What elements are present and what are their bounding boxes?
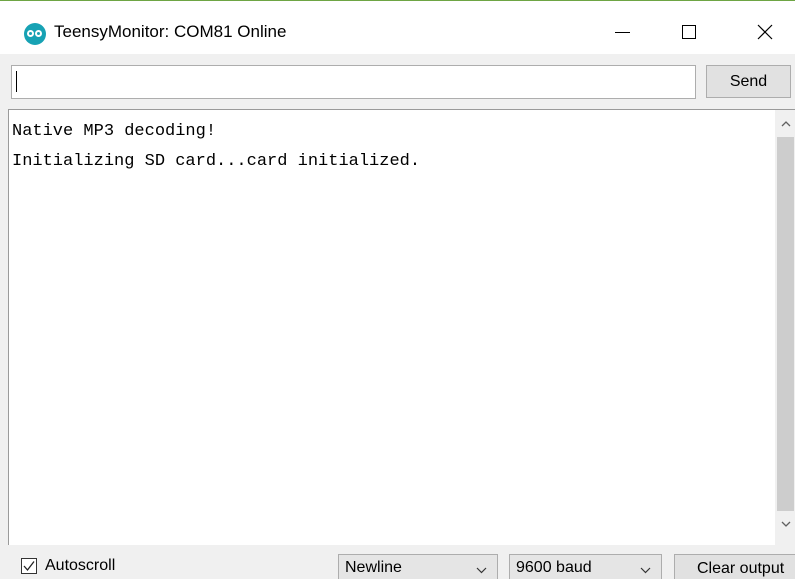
send-row: Send [0, 54, 795, 109]
autoscroll-checkbox[interactable] [21, 558, 37, 574]
title-bar[interactable]: TeensyMonitor: COM81 Online [0, 1, 795, 54]
minimize-button[interactable] [600, 11, 646, 53]
send-input[interactable] [11, 65, 696, 99]
chevron-down-icon [640, 567, 651, 574]
maximize-button[interactable] [666, 11, 712, 53]
scroll-down-button[interactable] [775, 515, 795, 537]
minimize-icon [615, 32, 630, 33]
output-line: Initializing SD card...card initialized. [12, 152, 421, 171]
arduino-logo-icon [24, 23, 46, 45]
line-ending-select[interactable]: Newline [338, 554, 498, 579]
clear-output-button[interactable]: Clear output [674, 554, 795, 579]
scroll-up-button[interactable] [775, 114, 795, 136]
send-button[interactable]: Send [706, 65, 791, 98]
vertical-scrollbar[interactable] [775, 110, 795, 545]
text-caret [16, 71, 17, 92]
window-title: TeensyMonitor: COM81 Online [54, 22, 287, 41]
serial-monitor-window: TeensyMonitor: COM81 Online Send Native … [0, 0, 795, 579]
chevron-down-icon [476, 567, 487, 574]
bottom-toolbar: Autoscroll Newline 9600 baud Clear outpu… [0, 545, 795, 579]
baud-rate-value: 9600 baud [516, 559, 592, 576]
chevron-up-icon [781, 121, 790, 127]
close-icon [757, 24, 773, 40]
baud-rate-select[interactable]: 9600 baud [509, 554, 662, 579]
serial-output[interactable]: Native MP3 decoding! Initializing SD card… [8, 109, 795, 545]
line-ending-value: Newline [345, 559, 402, 576]
output-text: Native MP3 decoding! Initializing SD card… [12, 117, 420, 177]
scroll-thumb[interactable] [777, 137, 794, 511]
maximize-icon [682, 25, 696, 39]
autoscroll-label: Autoscroll [45, 557, 116, 574]
close-button[interactable] [742, 11, 788, 53]
checkmark-icon [23, 561, 35, 572]
output-line: Native MP3 decoding! [12, 122, 217, 141]
chevron-down-icon [781, 521, 790, 527]
